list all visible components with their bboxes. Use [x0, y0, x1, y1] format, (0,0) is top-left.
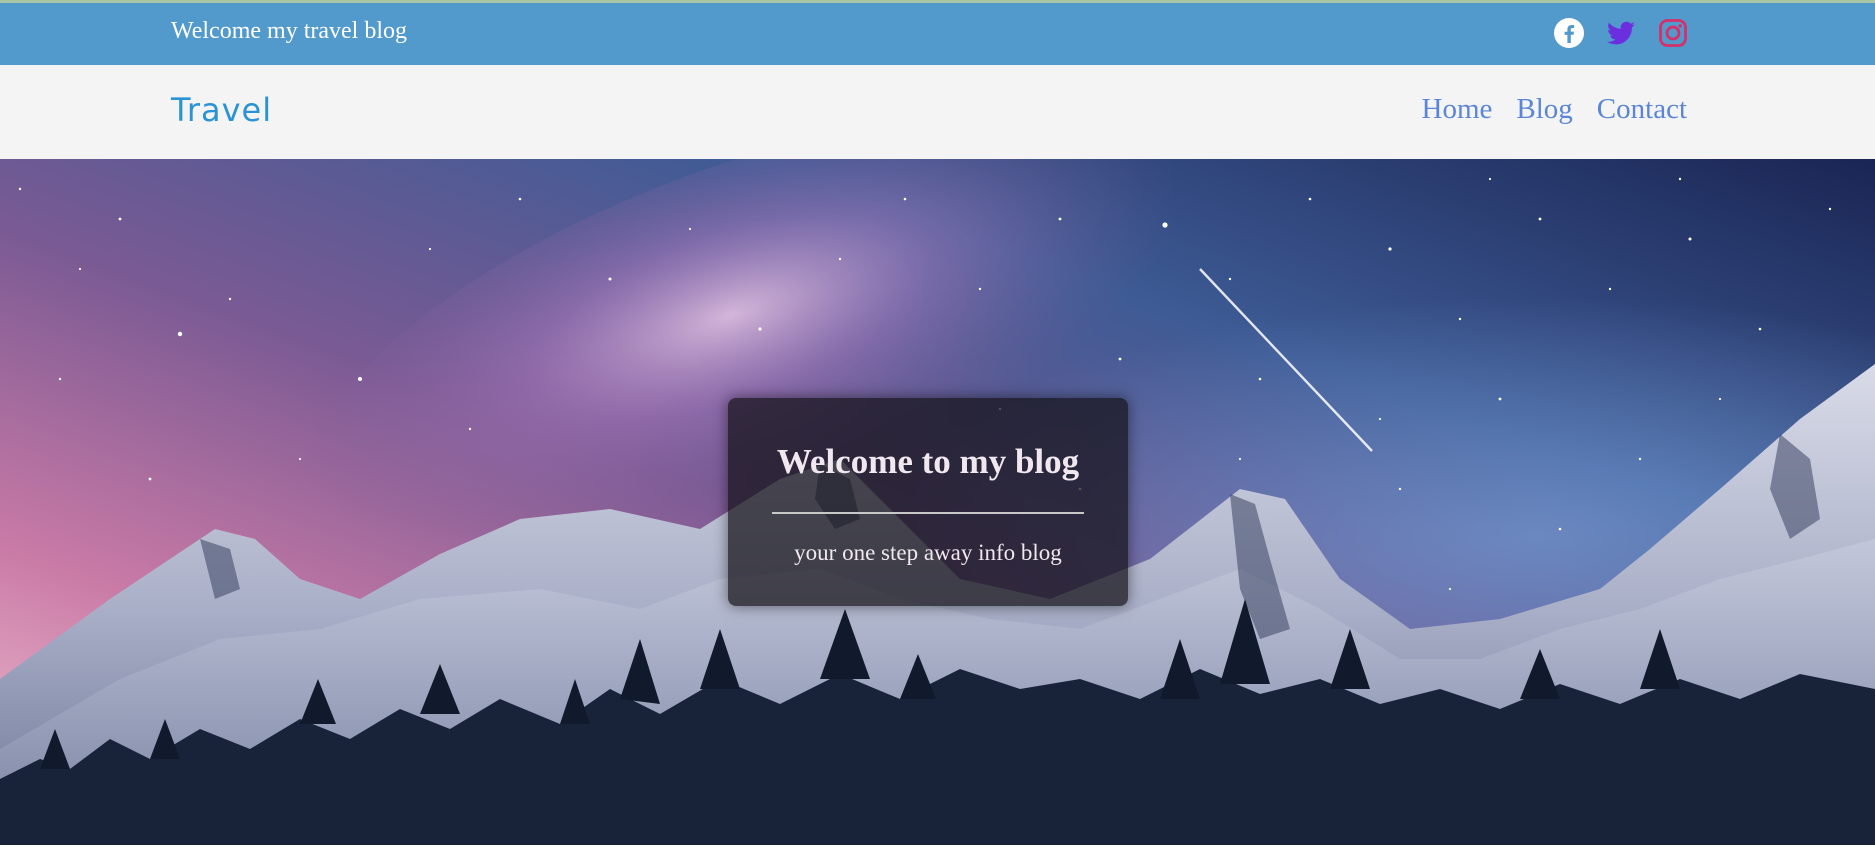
instagram-link[interactable] — [1657, 17, 1689, 49]
hero-section: Welcome to my blog your one step away in… — [0, 159, 1875, 845]
main-nav: Home Blog Contact — [1422, 93, 1687, 126]
hero-divider — [772, 512, 1084, 514]
top-bar-welcome-text: Welcome my travel blog — [171, 18, 407, 44]
hero-subtitle: your one step away info blog — [794, 540, 1062, 565]
nav-link-contact[interactable]: Contact — [1597, 93, 1687, 126]
hero-welcome-card: Welcome to my blog your one step away in… — [728, 398, 1128, 606]
nav-link-home[interactable]: Home — [1422, 93, 1493, 126]
social-links — [1553, 17, 1689, 49]
hero-title: Welcome to my blog — [776, 442, 1080, 481]
facebook-icon — [1554, 18, 1584, 48]
twitter-icon — [1606, 21, 1635, 45]
instagram-icon — [1659, 19, 1687, 47]
navigation-bar: Travel Home Blog Contact — [0, 65, 1875, 159]
facebook-link[interactable] — [1553, 17, 1585, 49]
brand-logo-text[interactable]: Travel — [171, 91, 272, 129]
top-bar: Welcome my travel blog — [0, 0, 1875, 65]
nav-link-blog[interactable]: Blog — [1516, 93, 1572, 126]
twitter-link[interactable] — [1605, 17, 1637, 49]
